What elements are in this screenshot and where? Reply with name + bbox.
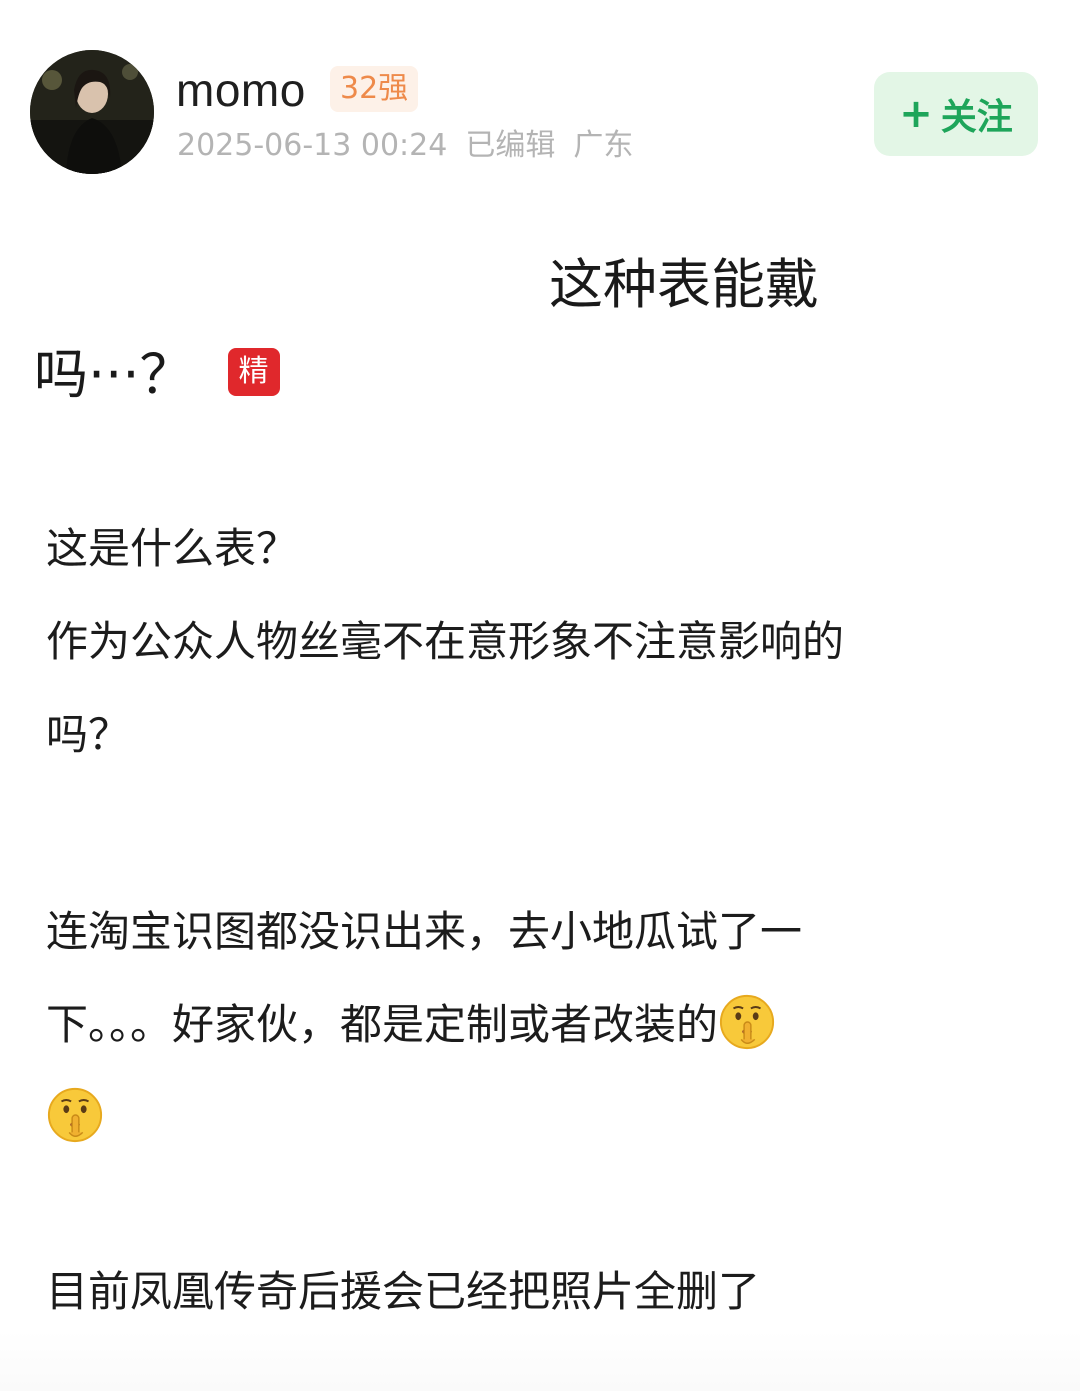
post-paragraph-2: 连淘宝识图都没识出来，去小地瓜试了一 下。。。好家伙，都是定制或者改装的	[46, 885, 1036, 1164]
bottom-fade	[0, 1331, 1080, 1391]
rank-badge: 32强	[330, 66, 419, 112]
avatar[interactable]	[30, 50, 154, 174]
paragraph-text: 下。。。好家伙，都是定制或者改装的	[46, 1000, 719, 1049]
title-line-2: 吗···？	[34, 343, 194, 406]
edited-label: 已编辑	[465, 128, 556, 163]
paragraph-line	[46, 1071, 1036, 1164]
paragraph-line: 作为公众人物丝毫不在意形象不注意影响的	[46, 617, 845, 666]
paragraph-line: 目前凤凰传奇后援会已经把照片全删了	[46, 1267, 761, 1316]
shushing-face-icon	[46, 1086, 104, 1144]
author-name[interactable]: momo	[176, 62, 306, 118]
post-paragraph-3: 目前凤凰传奇后援会已经把照片全删了	[46, 1245, 1036, 1338]
paragraph-line: 吗？	[46, 710, 131, 759]
post-meta: 2025-06-13 00:24 已编辑 广东	[177, 126, 633, 166]
post-location: 广东	[573, 128, 634, 163]
post-page: momo 32强 2025-06-13 00:24 已编辑 广东 + 关注 这种表能…	[0, 0, 1080, 1391]
shushing-face-icon	[718, 993, 776, 1051]
paragraph-line: 这是什么表？	[46, 524, 299, 573]
post-title: 这种表能戴 吗···？ 精	[34, 240, 1044, 420]
paragraph-line: 下。。。好家伙，都是定制或者改装的	[46, 978, 1036, 1071]
featured-badge: 精	[227, 348, 280, 397]
post-timestamp: 2025-06-13 00:24	[177, 128, 448, 163]
plus-icon: +	[899, 91, 933, 137]
paragraph-line: 连淘宝识图都没识出来，去小地瓜试了一	[46, 907, 803, 956]
title-line-1: 这种表能戴	[549, 253, 819, 316]
post-paragraph-1: 这是什么表？ 作为公众人物丝毫不在意形象不注意影响的 吗？	[46, 502, 1036, 781]
follow-button[interactable]: + 关注	[874, 72, 1038, 156]
follow-label: 关注	[940, 97, 1013, 138]
